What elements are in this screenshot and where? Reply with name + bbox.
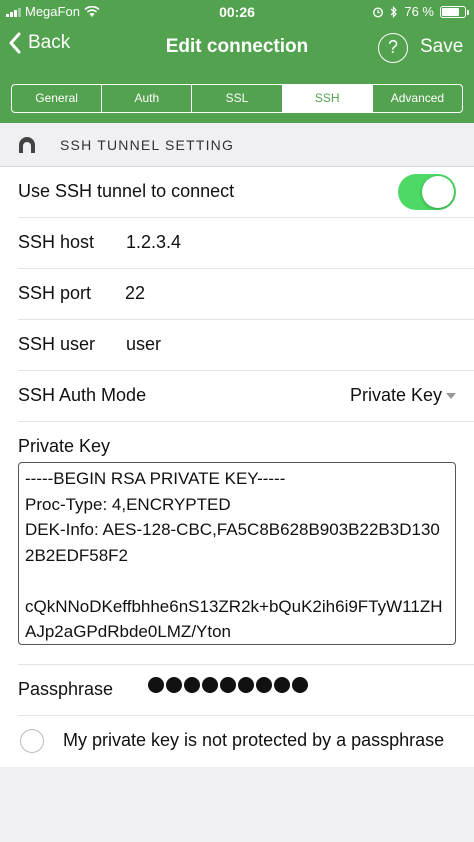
not-protected-label[interactable]: My private key is not protected by a pas… bbox=[63, 730, 453, 751]
battery-percent: 76 % bbox=[404, 4, 434, 19]
passphrase-dot bbox=[256, 677, 272, 693]
passphrase-dot bbox=[274, 677, 290, 693]
passphrase-label: Passphrase bbox=[18, 679, 114, 699]
tab-ssh[interactable]: SSH bbox=[282, 85, 373, 112]
settings-tabs: General Auth SSL SSH Advanced bbox=[11, 84, 463, 113]
ssh-host-input[interactable]: 1.2.3.4 bbox=[126, 232, 181, 253]
navigation-bar: Back Edit connection ? Save bbox=[0, 24, 474, 72]
toggle-knob bbox=[422, 176, 454, 208]
section-title: SSH TUNNEL SETTING bbox=[60, 137, 235, 153]
tab-advanced[interactable]: Advanced bbox=[373, 85, 462, 112]
bluetooth-icon bbox=[390, 5, 398, 18]
ssh-settings-list: Use SSH tunnel to connect SSH host 1.2.3… bbox=[0, 167, 474, 767]
passphrase-row: Passphrase bbox=[18, 665, 474, 716]
not-protected-radio[interactable] bbox=[20, 729, 44, 753]
private-key-row: Private Key -----BEGIN RSA PRIVATE KEY--… bbox=[18, 422, 474, 665]
tab-ssl[interactable]: SSL bbox=[192, 85, 283, 112]
status-right: 76 % bbox=[372, 4, 469, 19]
ssh-user-label: SSH user bbox=[18, 334, 96, 354]
private-key-label: Private Key bbox=[18, 436, 111, 456]
ssh-port-label: SSH port bbox=[18, 283, 92, 303]
ssh-host-row: SSH host 1.2.3.4 bbox=[18, 218, 474, 269]
passphrase-input[interactable] bbox=[148, 677, 308, 693]
app-header: MegaFon 00:26 76 % Back Edit connection … bbox=[0, 0, 474, 123]
passphrase-dot bbox=[238, 677, 254, 693]
save-button[interactable]: Save bbox=[420, 36, 463, 58]
dropdown-arrow-icon[interactable] bbox=[446, 393, 456, 399]
passphrase-dot bbox=[202, 677, 218, 693]
ssh-port-input[interactable]: 22 bbox=[125, 283, 145, 304]
ssh-auth-mode-label: SSH Auth Mode bbox=[18, 385, 147, 405]
alarm-icon bbox=[373, 6, 384, 18]
battery-level bbox=[442, 7, 459, 16]
help-button[interactable]: ? bbox=[378, 33, 408, 63]
use-tunnel-label: Use SSH tunnel to connect bbox=[18, 181, 235, 201]
use-tunnel-toggle[interactable] bbox=[398, 174, 456, 210]
section-header: SSH TUNNEL SETTING bbox=[0, 123, 474, 167]
passphrase-dot bbox=[166, 677, 182, 693]
passphrase-dot bbox=[148, 677, 164, 693]
tunnel-icon bbox=[19, 137, 35, 153]
use-tunnel-row: Use SSH tunnel to connect bbox=[18, 167, 474, 218]
not-protected-row: My private key is not protected by a pas… bbox=[18, 716, 474, 767]
passphrase-dot bbox=[184, 677, 200, 693]
battery-icon bbox=[440, 5, 469, 18]
status-bar: MegaFon 00:26 76 % bbox=[0, 0, 474, 24]
private-key-textarea[interactable]: -----BEGIN RSA PRIVATE KEY----- Proc-Typ… bbox=[18, 462, 456, 645]
ssh-user-input[interactable]: user bbox=[126, 334, 161, 355]
passphrase-dot bbox=[220, 677, 236, 693]
tab-general[interactable]: General bbox=[12, 85, 103, 112]
ssh-user-row: SSH user user bbox=[18, 320, 474, 371]
ssh-host-label: SSH host bbox=[18, 232, 95, 252]
ssh-auth-mode-select[interactable]: Private Key bbox=[350, 385, 442, 406]
ssh-auth-mode-row: SSH Auth Mode Private Key bbox=[18, 371, 474, 422]
tab-auth[interactable]: Auth bbox=[102, 85, 193, 112]
ssh-port-row: SSH port 22 bbox=[18, 269, 474, 320]
passphrase-dot bbox=[292, 677, 308, 693]
